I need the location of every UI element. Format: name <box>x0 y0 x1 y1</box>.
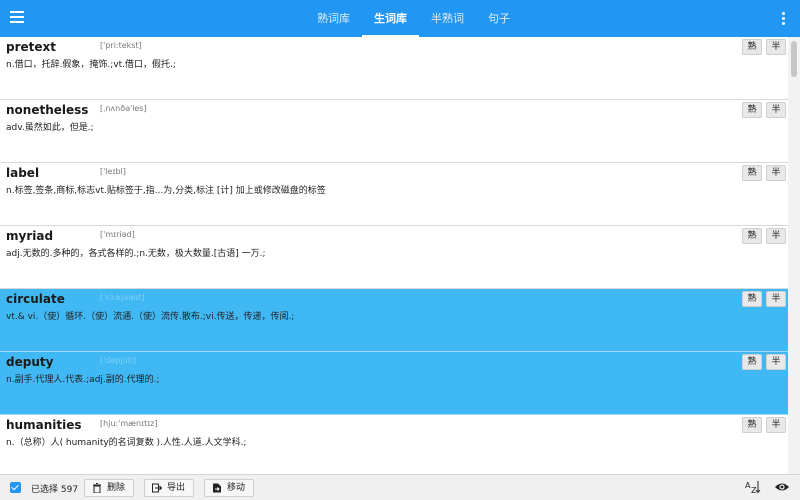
tab-bar: 熟词库 生词库 半熟词 句子 <box>305 0 522 37</box>
tab-1[interactable]: 生词库 <box>362 0 419 37</box>
tab-0[interactable]: 熟词库 <box>305 0 362 37</box>
tab-2[interactable]: 半熟词 <box>419 0 476 37</box>
word-text: label <box>6 166 40 180</box>
word-phonetic: [hju:'mænɪtɪz] <box>100 419 158 428</box>
mark-half-familiar-button[interactable]: 半 <box>766 354 786 370</box>
bottom-toolbar: 已选择 597 删除 导出 移动 A Z <box>0 474 800 500</box>
move-file-icon <box>213 483 221 493</box>
word-row[interactable]: myriad ['mɪriəd] adj.无数的.多种的，各式各样的.;n.无数，极… <box>0 226 788 289</box>
trash-icon <box>93 483 101 493</box>
tab-3[interactable]: 句子 <box>476 0 522 37</box>
word-phonetic: ['sɜ:kjəleɪt] <box>100 293 145 302</box>
app-bar: 熟词库 生词库 半熟词 句子 <box>0 0 800 37</box>
select-all-checkbox[interactable] <box>10 482 21 493</box>
move-button[interactable]: 移动 <box>204 479 255 497</box>
word-definition: n.（总称）人( humanity的名词复数 ).人性.人道.人文学科.; <box>6 438 247 448</box>
word-phonetic: ['depjuti] <box>100 356 137 365</box>
word-definition: n.标签,签条,商标,标志vt.贴标签于,指...为,分类,标注 [计] 加上或… <box>6 186 326 196</box>
word-phonetic: ['pri:tekst] <box>100 41 142 50</box>
mark-half-familiar-button[interactable]: 半 <box>766 39 786 55</box>
word-phonetic: [ˌnʌnðə'les] <box>100 104 147 113</box>
scrollbar-thumb[interactable] <box>791 41 797 77</box>
word-row[interactable]: circulate ['sɜ:kjəleɪt] vt.& vi.（使）循环.（使）流… <box>0 289 788 352</box>
mark-half-familiar-button[interactable]: 半 <box>766 165 786 181</box>
more-vert-icon[interactable] <box>782 12 786 26</box>
word-definition: n.副手.代理人.代表.;adj.副的.代理的.; <box>6 375 160 385</box>
mark-familiar-button[interactable]: 熟 <box>742 228 762 244</box>
word-definition: n.借口，托辞.假象，掩饰.;vt.借口，假托.; <box>6 60 176 70</box>
mark-half-familiar-button[interactable]: 半 <box>766 291 786 307</box>
mark-familiar-button[interactable]: 熟 <box>742 291 762 307</box>
word-text: nonetheless <box>6 103 89 117</box>
word-phonetic: ['mɪriəd] <box>100 230 135 239</box>
word-text: humanities <box>6 418 82 432</box>
mark-familiar-button[interactable]: 熟 <box>742 102 762 118</box>
selected-count: 已选择 597 <box>31 485 79 495</box>
eye-icon[interactable] <box>774 481 790 493</box>
word-row[interactable]: deputy ['depjuti] n.副手.代理人.代表.;adj.副的.代理的.… <box>0 352 788 415</box>
export-button[interactable]: 导出 <box>144 479 195 497</box>
delete-label: 删除 <box>107 483 126 493</box>
word-definition: adj.无数的.多种的，各式各样的.;n.无数，极大数量.[古语] 一万.; <box>6 249 266 259</box>
mark-familiar-button[interactable]: 熟 <box>742 354 762 370</box>
word-row[interactable]: label ['leɪbl] n.标签,签条,商标,标志vt.贴标签于,指...为,… <box>0 163 788 226</box>
mark-half-familiar-button[interactable]: 半 <box>766 417 786 433</box>
sort-az-icon[interactable]: A Z <box>745 480 761 494</box>
mark-familiar-button[interactable]: 熟 <box>742 417 762 433</box>
word-row[interactable]: pretext ['pri:tekst] n.借口，托辞.假象，掩饰.;vt.借口，… <box>0 37 788 100</box>
word-row[interactable]: nonetheless [ˌnʌnðə'les] adv.虽然如此，但是.; 熟半 <box>0 100 788 163</box>
move-label: 移动 <box>227 483 246 493</box>
word-text: myriad <box>6 229 54 243</box>
scrollbar[interactable] <box>788 37 800 474</box>
word-text: pretext <box>6 40 56 54</box>
mark-familiar-button[interactable]: 熟 <box>742 39 762 55</box>
word-row[interactable]: humanities [hju:'mænɪtɪz] n.（总称）人( humanit… <box>0 415 788 474</box>
menu-icon[interactable] <box>10 11 24 25</box>
word-phonetic: ['leɪbl] <box>100 167 126 176</box>
word-text: circulate <box>6 292 65 306</box>
mark-half-familiar-button[interactable]: 半 <box>766 228 786 244</box>
word-text: deputy <box>6 355 54 369</box>
mark-half-familiar-button[interactable]: 半 <box>766 102 786 118</box>
export-label: 导出 <box>167 483 186 493</box>
mark-familiar-button[interactable]: 熟 <box>742 165 762 181</box>
word-definition: vt.& vi.（使）循环.（使）流通.（使）流传.散布.;vi.传送，传递，传… <box>6 312 295 322</box>
export-icon <box>152 483 162 493</box>
delete-button[interactable]: 删除 <box>84 479 135 497</box>
word-definition: adv.虽然如此，但是.; <box>6 123 94 133</box>
word-list: pretext ['pri:tekst] n.借口，托辞.假象，掩饰.;vt.借口，… <box>0 37 788 474</box>
